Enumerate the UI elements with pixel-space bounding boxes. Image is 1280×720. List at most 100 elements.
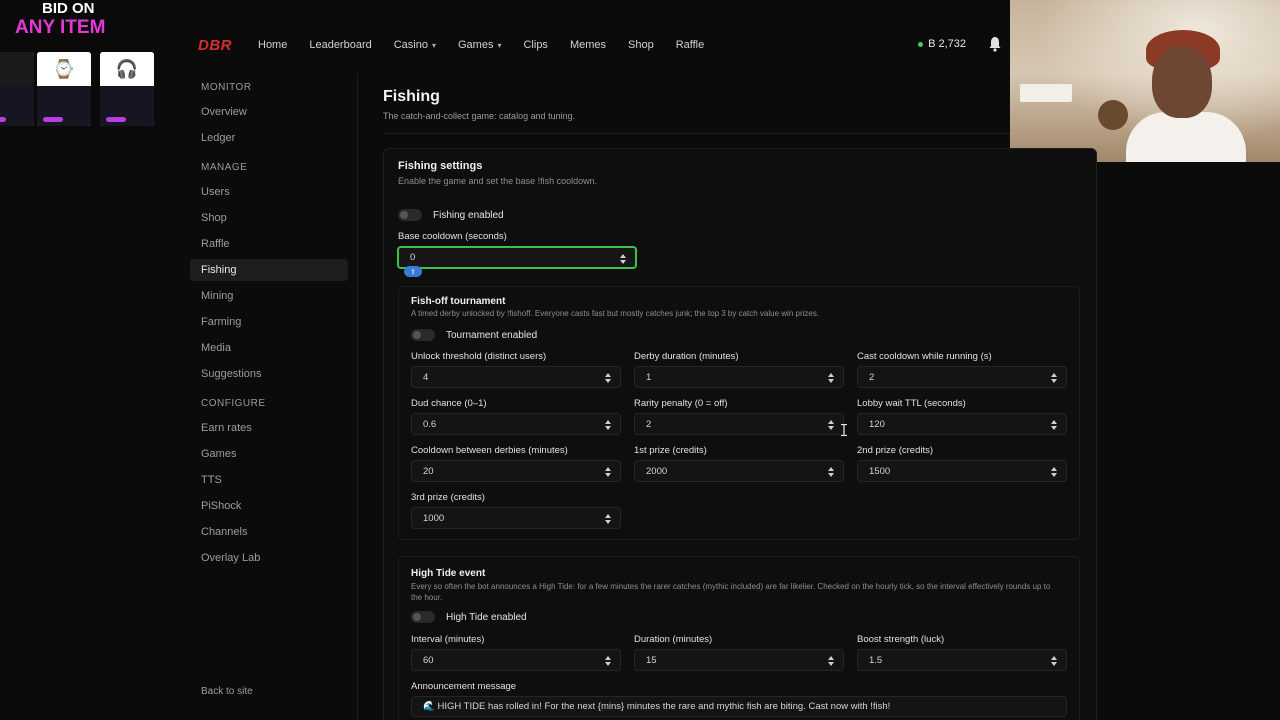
nav-home[interactable]: Home <box>258 39 287 51</box>
field-label: 3rd prize (credits) <box>411 492 485 503</box>
first-prize-input[interactable]: 2000 <box>634 460 844 482</box>
cooldown-label: Base cooldown (seconds) <box>398 231 507 242</box>
sidebar-item-channels[interactable]: Channels <box>190 521 348 543</box>
base-cooldown-value: 0 <box>410 252 416 263</box>
tournament-subtitle: A timed derby unlocked by !fishoff. Ever… <box>411 309 820 318</box>
field-value: 1 <box>646 371 652 383</box>
field-label: Cast cooldown while running (s) <box>857 351 992 362</box>
announcement-value: 🌊 HIGH TIDE has rolled in! For the next … <box>423 701 891 712</box>
sidebar-item-overlay-lab[interactable]: Overlay Lab <box>190 547 348 569</box>
field-label: Rarity penalty (0 = off) <box>634 398 728 409</box>
sidebar-section-title: CONFIGURE <box>201 397 266 409</box>
sidebar-item-pishock[interactable]: PiShock <box>190 495 348 517</box>
ad-line-1: BID ON <box>42 0 95 17</box>
watch-icon: ⌚ <box>37 52 91 86</box>
spinner-icon[interactable] <box>605 656 612 666</box>
field-value: 15 <box>646 654 657 666</box>
spinner-icon[interactable] <box>605 420 612 430</box>
page-subtitle: The catch-and-collect game: catalog and … <box>383 111 576 121</box>
divider <box>383 133 1010 134</box>
unlock-threshold-input[interactable]: 4 <box>411 366 621 388</box>
spinner-icon[interactable] <box>828 373 835 383</box>
back-to-site-link[interactable]: Back to site <box>201 686 253 697</box>
second-prize-input[interactable]: 1500 <box>857 460 1067 482</box>
ad-card[interactable]: ⌚ <box>37 52 91 126</box>
nav-label: Home <box>258 39 288 51</box>
spinner-icon[interactable] <box>1051 373 1058 383</box>
tournament-enabled-toggle[interactable] <box>411 329 435 341</box>
sidebar-item-earn-rates[interactable]: Earn rates <box>190 417 348 439</box>
announcement-input[interactable]: 🌊 HIGH TIDE has rolled in! For the next … <box>411 696 1067 717</box>
high-tide-subtitle: Every so often the bot announces a High … <box>411 582 1051 602</box>
field-value: 2 <box>646 418 652 430</box>
arrow-up-badge-icon: ⇧ <box>404 266 422 277</box>
field-label: Derby duration (minutes) <box>634 351 739 362</box>
base-cooldown-input[interactable]: 0 <box>397 246 637 269</box>
field-label: Lobby wait TTL (seconds) <box>857 398 966 409</box>
fishing-enabled-label: Fishing enabled <box>433 210 504 221</box>
field-value: 20 <box>423 465 434 477</box>
screen: BID ON ANY ITEM ⌚ 🎧 DBR Home Leaderboard… <box>0 0 1280 720</box>
sidebar-section-title: MONITOR <box>201 81 252 93</box>
rarity-penalty-input[interactable]: 2 <box>634 413 844 435</box>
high-tide-title: High Tide event <box>411 568 486 579</box>
sidebar-item-users[interactable]: Users <box>190 181 348 203</box>
sidebar-item-ledger[interactable]: Ledger <box>190 127 348 149</box>
spinner-icon[interactable] <box>828 656 835 666</box>
spinner-icon[interactable] <box>828 467 835 477</box>
text-cursor-icon <box>841 424 847 436</box>
nav-leaderboard[interactable]: Leaderboard <box>309 39 371 51</box>
cooldown-between-derbies-input[interactable]: 20 <box>411 460 621 482</box>
field-value: 0.6 <box>423 418 437 430</box>
sidebar-item-overview[interactable]: Overview <box>190 101 348 123</box>
settings-subtitle: Enable the game and set the base !fish c… <box>398 176 598 186</box>
interval-input[interactable]: 60 <box>411 649 621 671</box>
dud-chance-input[interactable]: 0.6 <box>411 413 621 435</box>
cast-cooldown-input[interactable]: 2 <box>857 366 1067 388</box>
fishing-enabled-toggle[interactable] <box>398 209 422 221</box>
field-label: Interval (minutes) <box>411 634 485 645</box>
field-label: Cooldown between derbies (minutes) <box>411 445 568 456</box>
sidebar: MONITOR Overview Ledger MANAGE Users Sho… <box>190 74 358 720</box>
field-label: Duration (minutes) <box>634 634 713 645</box>
sidebar-item-media[interactable]: Media <box>190 337 348 359</box>
sidebar-item-tts[interactable]: TTS <box>190 469 348 491</box>
high-tide-enabled-label: High Tide enabled <box>446 612 527 623</box>
sidebar-item-games[interactable]: Games <box>190 443 348 465</box>
duration-input[interactable]: 15 <box>634 649 844 671</box>
ad-banner[interactable]: BID ON ANY ITEM ⌚ 🎧 <box>0 0 154 130</box>
spinner-icon[interactable] <box>1051 467 1058 477</box>
spinner-icon[interactable] <box>605 373 612 383</box>
site-logo[interactable]: DBR <box>198 37 232 54</box>
sidebar-item-raffle[interactable]: Raffle <box>190 233 348 255</box>
field-value: 1.5 <box>869 654 883 666</box>
ad-card[interactable] <box>0 52 34 126</box>
spinner-icon[interactable] <box>1051 420 1058 430</box>
field-value: 120 <box>869 418 885 430</box>
spinner-icon[interactable] <box>605 514 612 524</box>
spinner-icon[interactable] <box>605 467 612 477</box>
field-value: 1500 <box>869 465 891 477</box>
sidebar-item-suggestions[interactable]: Suggestions <box>190 363 348 385</box>
headset-icon: 🎧 <box>100 52 154 86</box>
sidebar-item-farming[interactable]: Farming <box>190 311 348 333</box>
spinner-icon[interactable] <box>620 254 627 264</box>
sidebar-section-title: MANAGE <box>201 161 248 173</box>
field-label: Unlock threshold (distinct users) <box>411 351 547 362</box>
spinner-icon[interactable] <box>828 420 835 430</box>
tournament-title: Fish-off tournament <box>411 296 506 307</box>
field-value: 2 <box>869 371 875 383</box>
derby-duration-input[interactable]: 1 <box>634 366 844 388</box>
high-tide-enabled-toggle[interactable] <box>411 611 435 623</box>
field-value: 60 <box>423 654 434 666</box>
boost-strength-input[interactable]: 1.5 <box>857 649 1067 671</box>
field-value: 2000 <box>646 465 668 477</box>
lobby-wait-input[interactable]: 120 <box>857 413 1067 435</box>
sidebar-item-fishing[interactable]: Fishing <box>190 259 348 281</box>
ad-card[interactable]: 🎧 <box>100 52 154 126</box>
third-prize-input[interactable]: 1000 <box>411 507 621 529</box>
field-value: 4 <box>423 371 429 383</box>
spinner-icon[interactable] <box>1051 656 1058 666</box>
sidebar-item-shop[interactable]: Shop <box>190 207 348 229</box>
sidebar-item-mining[interactable]: Mining <box>190 285 348 307</box>
